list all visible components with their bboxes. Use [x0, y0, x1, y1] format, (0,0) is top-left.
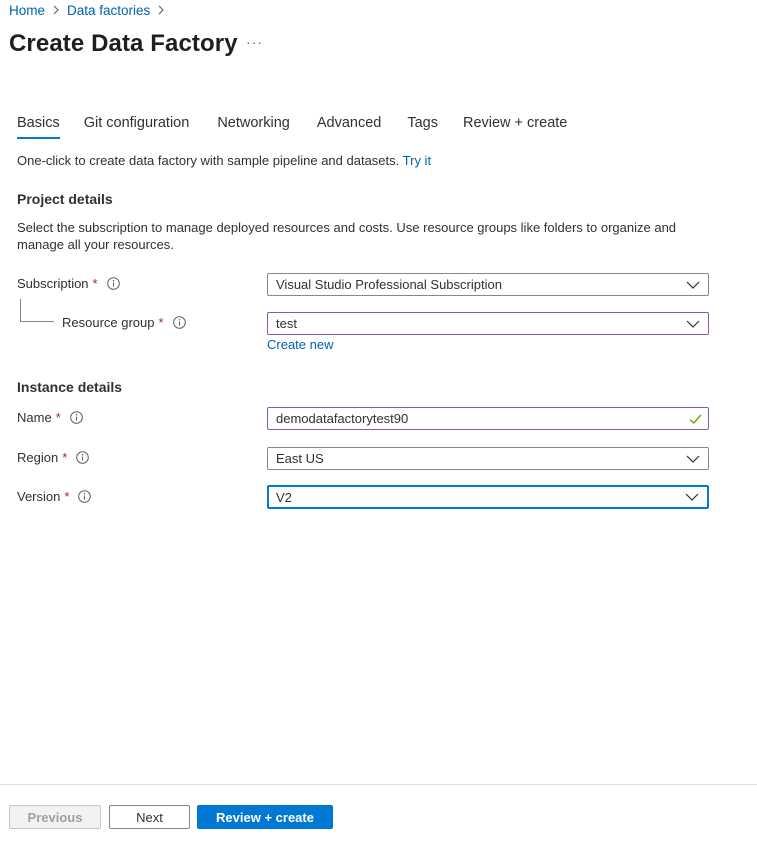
tab-bar: Basics Git configuration Networking Adva… [17, 115, 567, 139]
tab-advanced[interactable]: Advanced [317, 115, 382, 139]
previous-button[interactable]: Previous [9, 805, 101, 829]
info-icon[interactable] [172, 316, 186, 329]
resource-group-label-text: Resource group [62, 315, 155, 330]
chevron-down-icon [686, 280, 700, 289]
region-value: East US [276, 451, 324, 466]
page-title: Create Data Factory [9, 30, 238, 57]
name-value: demodatafactorytest90 [276, 411, 409, 426]
create-new-link[interactable]: Create new [267, 337, 333, 352]
chevron-down-icon [685, 493, 699, 502]
subscription-dropdown[interactable]: Visual Studio Professional Subscription [267, 273, 709, 296]
version-label: Version * [17, 489, 92, 504]
name-label: Name * [17, 410, 83, 425]
try-it-link[interactable]: Try it [403, 153, 431, 168]
resource-group-dropdown[interactable]: test [267, 312, 709, 335]
create-data-factory-page: Home Data factories Create Data Factory … [0, 0, 757, 847]
name-label-text: Name [17, 410, 52, 425]
subscription-label: Subscription * [17, 276, 120, 291]
one-click-intro: One-click to create data factory with sa… [17, 153, 431, 168]
subscription-label-text: Subscription [17, 276, 89, 291]
version-value: V2 [276, 489, 292, 505]
required-marker: * [64, 489, 70, 504]
tab-git-configuration[interactable]: Git configuration [84, 115, 190, 139]
project-details-heading: Project details [17, 191, 113, 207]
footer-divider [0, 784, 757, 785]
version-dropdown[interactable]: V2 [267, 485, 709, 509]
info-icon[interactable] [106, 277, 120, 290]
info-icon[interactable] [69, 411, 83, 424]
next-button[interactable]: Next [109, 805, 190, 829]
instance-details-heading: Instance details [17, 379, 123, 395]
required-marker: * [158, 315, 164, 330]
region-dropdown[interactable]: East US [267, 447, 709, 470]
tab-networking[interactable]: Networking [217, 115, 290, 139]
tab-tags[interactable]: Tags [407, 115, 438, 139]
required-marker: * [92, 276, 98, 291]
breadcrumb-home-link[interactable]: Home [9, 3, 45, 18]
required-marker: * [55, 410, 61, 425]
resource-group-value: test [276, 316, 297, 331]
chevron-down-icon [686, 454, 700, 463]
hierarchy-connector [20, 299, 54, 322]
region-label-text: Region [17, 450, 59, 465]
region-label: Region * [17, 450, 90, 465]
tab-basics[interactable]: Basics [17, 115, 60, 139]
project-details-description: Select the subscription to manage deploy… [17, 220, 677, 252]
chevron-down-icon [686, 319, 700, 328]
required-marker: * [62, 450, 68, 465]
more-options-button[interactable]: ··· [246, 34, 263, 50]
name-input[interactable]: demodatafactorytest90 [267, 407, 709, 430]
version-label-text: Version [17, 489, 61, 504]
resource-group-label: Resource group * [62, 315, 186, 330]
tab-review-create[interactable]: Review + create [463, 115, 567, 139]
breadcrumb-data-factories-link[interactable]: Data factories [67, 3, 150, 18]
subscription-value: Visual Studio Professional Subscription [276, 277, 502, 292]
checkmark-icon [689, 413, 702, 424]
info-icon[interactable] [76, 451, 90, 464]
breadcrumb: Home Data factories [9, 2, 172, 18]
info-icon[interactable] [78, 490, 92, 503]
chevron-right-icon [50, 2, 62, 18]
chevron-right-icon [155, 2, 167, 18]
review-create-button[interactable]: Review + create [197, 805, 333, 829]
one-click-text: One-click to create data factory with sa… [17, 153, 400, 168]
